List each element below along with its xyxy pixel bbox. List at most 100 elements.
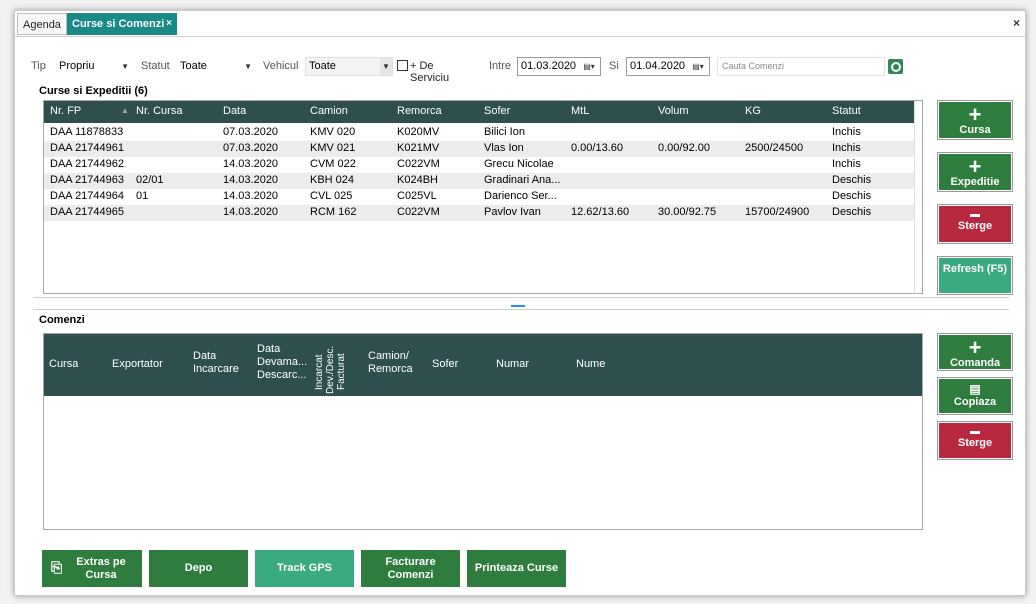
calendar-icon[interactable]: ▤▾ xyxy=(689,60,707,73)
sort-asc-icon: ▲ xyxy=(121,106,129,115)
col-statut[interactable]: Statut xyxy=(832,105,861,117)
table-cell: 0.00/13.60 xyxy=(571,142,623,154)
splitter-handle[interactable] xyxy=(511,305,525,307)
col-data-incarcare[interactable]: Data Incarcare xyxy=(193,350,243,376)
table-row[interactable]: DAA 21744963 02/01 14.03.2020 KBH 024 K024BH… xyxy=(44,173,914,189)
table-cell: 12.62/13.60 xyxy=(571,206,630,218)
table-cell: Inchis xyxy=(832,126,861,138)
table-cell: Deschis xyxy=(832,190,872,202)
curse-section-title: Curse si Expeditii (6) xyxy=(39,85,148,97)
col-exportator[interactable]: Exportator xyxy=(112,358,163,370)
date-from-input[interactable]: 01.03.2020 ▤▾ xyxy=(517,57,601,76)
depo-label: Depo xyxy=(184,562,213,574)
de-serviciu-checkbox[interactable] xyxy=(397,60,408,71)
tab-close-icon[interactable]: × xyxy=(166,13,172,35)
table-cell: Bilici Ion xyxy=(484,126,525,138)
tab-label: Curse si Comenzi xyxy=(72,18,165,30)
de-serviciu-label: + De Serviciu xyxy=(410,60,450,84)
col-nr-cursa[interactable]: Nr. Cursa xyxy=(136,105,182,117)
col-volum[interactable]: Volum xyxy=(658,105,689,117)
plus-icon: + xyxy=(968,335,982,360)
col-incarcat[interactable]: Incarcat xyxy=(314,354,325,390)
si-label: Si xyxy=(609,60,619,72)
export-icon: ⎘ xyxy=(51,559,63,575)
facturare-comenzi-button[interactable]: Facturare Comenzi xyxy=(361,550,460,587)
statut-select[interactable]: Toate ▼ xyxy=(176,57,256,76)
col-data-devama[interactable]: Data Devama... Descarc... xyxy=(257,343,315,382)
copy-comanda-label: Copiaza xyxy=(953,396,997,408)
col-sofer-comenzi[interactable]: Sofer xyxy=(432,358,458,370)
window-close-icon[interactable]: × xyxy=(1013,16,1020,30)
calendar-icon[interactable]: ▤▾ xyxy=(580,60,598,73)
printeaza-label: Printeaza Curse xyxy=(474,562,559,574)
table-cell: DAA 21744962 xyxy=(50,158,125,170)
add-expeditie-button[interactable]: + Expeditie xyxy=(937,152,1013,192)
vehicul-select[interactable]: Toate ▼ xyxy=(305,57,393,76)
table-cell: Inchis xyxy=(832,142,861,154)
table-row[interactable]: DAA 21744961 07.03.2020 KMV 021 K021MV Vlas … xyxy=(44,141,914,157)
col-mtl[interactable]: MtL xyxy=(571,105,589,117)
table-cell: DAA 21744963 xyxy=(50,174,125,186)
table-cell: Deschis xyxy=(832,206,872,218)
vehicul-value: Toate xyxy=(309,60,336,72)
track-gps-button[interactable]: Track GPS xyxy=(255,550,354,587)
curse-scrollbar[interactable] xyxy=(914,101,922,293)
col-kg[interactable]: KG xyxy=(745,105,761,117)
delete-comanda-label: Sterge xyxy=(957,437,993,449)
col-facturat[interactable]: Facturat xyxy=(336,353,347,390)
add-comanda-button[interactable]: + Comanda xyxy=(937,333,1013,371)
comenzi-grid-header: Cursa Exportator Data Incarcare Data Dev… xyxy=(44,334,922,396)
search-input[interactable]: Cauta Comenzi xyxy=(717,57,885,76)
table-row[interactable]: DAA 11878833 07.03.2020 KMV 020 K020MV Bilic… xyxy=(44,125,914,141)
col-camion-remorca[interactable]: Camion/ Remorca xyxy=(368,350,420,376)
refresh-button[interactable]: Refresh (F5) xyxy=(937,256,1013,295)
chevron-down-icon: ▼ xyxy=(121,62,129,71)
col-sofer[interactable]: Sofer xyxy=(484,105,510,117)
divider xyxy=(33,309,1009,310)
curse-grid: Nr. FP ▲ Nr. Cursa Data Camion Remorca S… xyxy=(43,100,923,294)
delete-comanda-button[interactable]: Sterge xyxy=(937,421,1013,460)
col-dev-desc[interactable]: Dev./Desc. xyxy=(325,346,336,394)
statut-value: Toate xyxy=(180,60,207,72)
col-camion[interactable]: Camion xyxy=(310,105,348,117)
plus-icon: + xyxy=(968,154,982,179)
date-to-input[interactable]: 01.04.2020 ▤▾ xyxy=(626,57,710,76)
vehicul-label: Vehicul xyxy=(263,60,299,72)
table-cell: 01 xyxy=(136,190,149,202)
col-numar[interactable]: Numar xyxy=(496,358,529,370)
add-expeditie-label: Expeditie xyxy=(950,176,1000,188)
tip-label: Tip xyxy=(31,60,46,72)
main-window: Agenda Curse si Comenzi × × Tip Propriu … xyxy=(14,10,1026,596)
table-row[interactable]: DAA 21744964 01 14.03.2020 CVL 025 C025VL Dar… xyxy=(44,189,914,205)
depo-button[interactable]: Depo xyxy=(149,550,248,587)
col-data[interactable]: Data xyxy=(223,105,246,117)
table-cell: DAA 21744964 xyxy=(50,190,125,202)
table-cell: 15700/24900 xyxy=(745,206,810,218)
col-nume[interactable]: Nume xyxy=(576,358,605,370)
table-cell: DAA 21744965 xyxy=(50,206,125,218)
copy-comanda-button[interactable]: ▤ Copiaza xyxy=(937,377,1013,415)
tip-select[interactable]: Propriu ▼ xyxy=(55,57,133,76)
search-icon[interactable] xyxy=(888,59,903,74)
date-from-value: 01.03.2020 xyxy=(521,60,577,72)
table-cell: 14.03.2020 xyxy=(223,158,279,170)
add-cursa-button[interactable]: + Cursa xyxy=(937,100,1013,140)
add-cursa-label: Cursa xyxy=(959,124,991,136)
intre-label: Intre xyxy=(489,60,512,72)
copy-icon: ▤ xyxy=(969,382,981,396)
table-cell: Grecu Nicolae xyxy=(484,158,554,170)
extras-pe-cursa-button[interactable]: ⎘ Extras pe Cursa xyxy=(42,550,142,587)
tab-agenda[interactable]: Agenda xyxy=(17,13,67,35)
col-remorca[interactable]: Remorca xyxy=(397,105,442,117)
delete-cursa-button[interactable]: Sterge xyxy=(937,204,1013,244)
curse-grid-header: Nr. FP ▲ Nr. Cursa Data Camion Remorca S… xyxy=(44,101,914,123)
tab-curse-si-comenzi[interactable]: Curse si Comenzi × xyxy=(67,13,177,35)
plus-icon: + xyxy=(968,102,982,127)
col-nr-fp[interactable]: Nr. FP xyxy=(50,105,81,117)
table-row[interactable]: DAA 21744962 14.03.2020 CVM 022 C022VM Grecu… xyxy=(44,157,914,173)
table-cell: Vlas Ion xyxy=(484,142,524,154)
col-cursa[interactable]: Cursa xyxy=(49,358,78,370)
table-row[interactable]: DAA 21744965 14.03.2020 RCM 162 C022VM Pavlo… xyxy=(44,205,914,221)
comenzi-section-title: Comenzi xyxy=(39,314,85,326)
printeaza-curse-button[interactable]: Printeaza Curse xyxy=(467,550,566,587)
